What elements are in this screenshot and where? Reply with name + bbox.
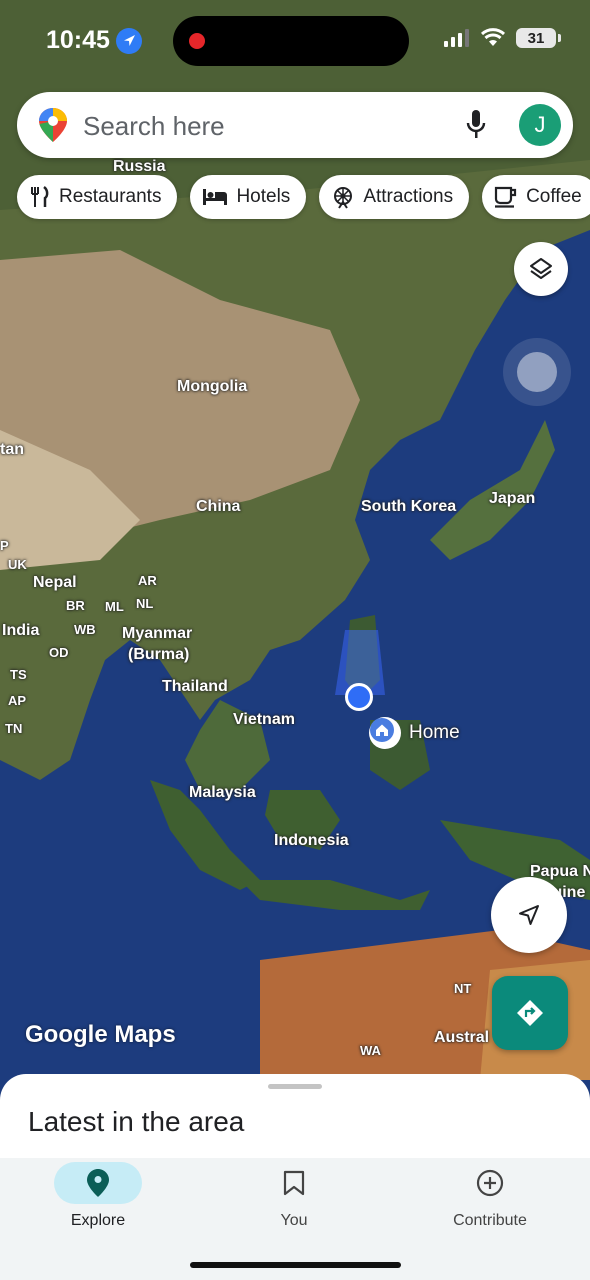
- map-label-ml[interactable]: ML: [105, 599, 124, 614]
- layers-button[interactable]: [514, 242, 568, 296]
- directions-button[interactable]: [492, 976, 568, 1050]
- map-label-russia[interactable]: Russia: [113, 158, 165, 176]
- map-label-india[interactable]: India: [2, 622, 39, 640]
- home-marker[interactable]: Home: [369, 717, 460, 749]
- tab-label: Explore: [70, 1212, 126, 1229]
- explore-pin-icon: [54, 1162, 142, 1204]
- restaurant-icon: [31, 186, 49, 207]
- status-time: 10:45: [46, 26, 110, 54]
- map-label-myanmar[interactable]: Myanmar: [122, 625, 192, 643]
- category-chips: Restaurants Hotels Attractions Coffee: [17, 175, 590, 219]
- attraction-icon: [334, 187, 353, 209]
- layers-icon: [530, 258, 552, 279]
- current-location-dot[interactable]: [345, 683, 373, 711]
- chip-restaurants[interactable]: Restaurants: [17, 175, 178, 219]
- search-bar[interactable]: Search here J: [17, 92, 573, 158]
- wifi-icon: [480, 28, 506, 46]
- chip-attractions[interactable]: Attractions: [319, 175, 470, 219]
- hotel-icon: [203, 189, 228, 205]
- search-input[interactable]: Search here: [83, 111, 225, 142]
- microphone-icon[interactable]: [465, 110, 487, 140]
- map-label-indonesia[interactable]: Indonesia: [274, 832, 349, 850]
- map-label-burma: (Burma): [128, 646, 190, 663]
- tab-label: You: [280, 1212, 308, 1229]
- map-label-nl[interactable]: NL: [136, 596, 153, 611]
- location-services-icon: [116, 28, 142, 54]
- sheet-title: Latest in the area: [28, 1106, 245, 1137]
- sheet-drag-handle[interactable]: [268, 1084, 322, 1089]
- map-label-br[interactable]: BR: [66, 598, 85, 613]
- map-label-ts[interactable]: TS: [10, 667, 27, 682]
- home-label: Home: [409, 722, 460, 743]
- tab-label: Contribute: [453, 1212, 527, 1229]
- map-label-south-korea[interactable]: South Korea: [361, 498, 456, 516]
- map-label-vietnam[interactable]: Vietnam: [233, 711, 295, 729]
- navigation-arrow-icon: [519, 905, 539, 925]
- battery-icon: 31: [516, 28, 561, 48]
- bookmark-icon: [250, 1162, 338, 1204]
- map-label-wa[interactable]: WA: [360, 1043, 381, 1058]
- map-label-australia[interactable]: Austral: [434, 1029, 489, 1047]
- chip-coffee[interactable]: Coffee: [482, 175, 590, 219]
- chip-label: Hotels: [236, 186, 291, 207]
- chip-label: Restaurants: [59, 186, 162, 207]
- tab-contribute[interactable]: Contribute: [420, 1158, 560, 1230]
- map-label-china[interactable]: China: [196, 498, 240, 516]
- home-indicator: [190, 1262, 401, 1268]
- map-label-nepal[interactable]: Nepal: [33, 574, 77, 592]
- chip-label: Coffee: [526, 186, 582, 207]
- google-maps-watermark: Google Maps: [25, 1021, 176, 1048]
- recording-indicator-icon: [189, 33, 205, 49]
- map-label-nt[interactable]: NT: [454, 981, 471, 996]
- map-label-wb[interactable]: WB: [74, 622, 96, 637]
- coffee-icon: [494, 186, 517, 208]
- add-circle-icon: [446, 1162, 534, 1204]
- dynamic-island: [173, 16, 409, 66]
- chip-label: Attractions: [363, 186, 454, 207]
- chip-hotels[interactable]: Hotels: [190, 175, 307, 219]
- map-label-ap[interactable]: AP: [8, 693, 26, 708]
- map-label-ar[interactable]: AR: [138, 573, 157, 588]
- map-label-thailand[interactable]: Thailand: [162, 678, 228, 696]
- cellular-signal-icon: [444, 29, 469, 47]
- map-label-kazakhstan[interactable]: tan: [0, 441, 24, 459]
- map-label-mongolia[interactable]: Mongolia: [177, 378, 247, 396]
- google-maps-pin-icon: [39, 108, 67, 142]
- tab-you[interactable]: You: [224, 1158, 364, 1230]
- bottom-sheet[interactable]: Latest in the area: [0, 1074, 590, 1160]
- tab-explore[interactable]: Explore: [28, 1158, 168, 1230]
- home-icon: [369, 717, 401, 749]
- map-label-uk[interactable]: UK: [8, 557, 27, 572]
- map-label-tn[interactable]: TN: [5, 721, 22, 736]
- map-label-od[interactable]: OD: [49, 645, 69, 660]
- map-label-p[interactable]: P: [0, 538, 9, 553]
- map-label-malaysia[interactable]: Malaysia: [189, 784, 256, 802]
- directions-icon: [517, 1000, 543, 1026]
- account-avatar[interactable]: J: [519, 104, 561, 146]
- status-bar: 10:45 31: [0, 0, 590, 82]
- map-label-japan[interactable]: Japan: [489, 490, 535, 508]
- my-location-button[interactable]: [491, 877, 567, 953]
